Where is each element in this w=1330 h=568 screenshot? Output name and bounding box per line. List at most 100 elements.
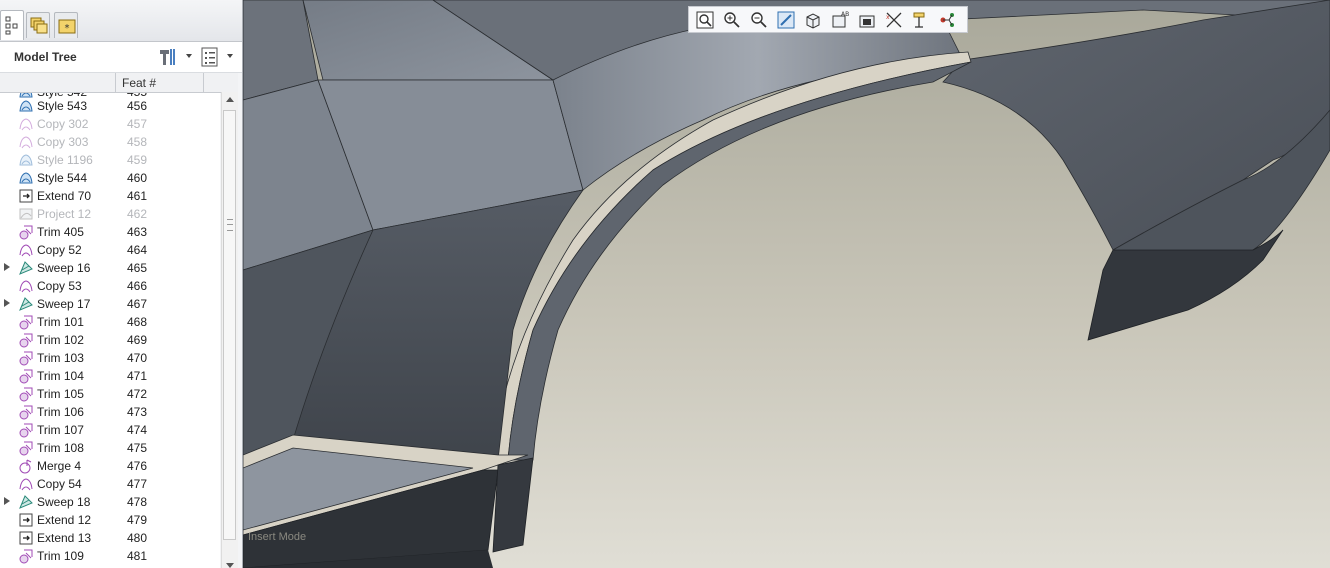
tree-row-name: Trim 105 (37, 387, 84, 401)
tree-row-feat-number: 468 (127, 315, 148, 329)
settings-tools-icon[interactable] (158, 47, 178, 67)
column-divider[interactable] (115, 73, 116, 92)
tree-row[interactable]: Trim 102 469 (0, 331, 220, 349)
saved-views-icon: AB (832, 11, 849, 28)
spin-center-icon (940, 13, 954, 27)
tree-row[interactable]: Copy 53 466 (0, 277, 220, 295)
tree-row[interactable]: Extend 13 480 (0, 529, 220, 547)
graphics-viewport[interactable]: AB x Insert Mode (243, 0, 1330, 568)
scroll-up-arrow-icon[interactable] (226, 97, 234, 102)
copy-surface-icon (19, 118, 33, 131)
trim-icon (19, 225, 33, 240)
tree-row-name: Copy 302 (37, 117, 89, 131)
tree-row-name: Copy 53 (37, 279, 82, 293)
tree-row-name: Sweep 16 (37, 261, 91, 275)
tree-row[interactable]: Trim 107 474 (0, 421, 220, 439)
tree-row-feat-number: 458 (127, 135, 148, 149)
scroll-down-arrow-icon[interactable] (226, 563, 234, 568)
tree-scrollbar[interactable] (221, 92, 238, 568)
tree-row-feat-number: 477 (127, 477, 148, 491)
tree-row-name: Sweep 17 (37, 297, 91, 311)
tree-row-name: Extend 70 (37, 189, 92, 203)
tree-row[interactable]: Trim 101 468 (0, 313, 220, 331)
tree-row-name: Trim 405 (37, 225, 84, 239)
tree-row-feat-number: 462 (127, 207, 148, 221)
tree-row-name: Style 1196 (37, 153, 93, 167)
tree-row-name: Copy 303 (37, 135, 89, 149)
annotation-display-button[interactable] (909, 9, 933, 31)
tree-row[interactable]: Copy 303 458 (0, 133, 220, 151)
model-tree-title: Model Tree (14, 50, 77, 64)
settings-dropdown-arrow-icon[interactable] (186, 54, 192, 58)
merge-icon (19, 459, 32, 474)
tree-row[interactable]: Trim 108 475 (0, 439, 220, 457)
tree-row[interactable]: Sweep 17 467 (0, 295, 220, 313)
trim-icon (19, 333, 33, 348)
sweep-icon (19, 495, 33, 509)
tree-row-feat-number: 457 (127, 117, 148, 131)
copy-surface-icon (19, 244, 33, 257)
view-manager-button[interactable] (855, 9, 879, 31)
display-style-button[interactable] (801, 9, 825, 31)
tree-row[interactable]: Project 12 462 (0, 205, 220, 223)
tree-row[interactable]: Extend 70 461 (0, 187, 220, 205)
zoom-in-button[interactable] (720, 9, 744, 31)
column-header-feat-number[interactable]: Feat # (122, 76, 156, 90)
scrollbar-thumb[interactable] (223, 110, 236, 540)
saved-views-button[interactable]: AB (828, 9, 852, 31)
column-divider[interactable] (203, 73, 204, 92)
tree-row[interactable]: Trim 103 470 (0, 349, 220, 367)
tree-row[interactable]: Copy 52 464 (0, 241, 220, 259)
show-options-icon[interactable] (201, 47, 219, 67)
svg-text:*: * (65, 23, 70, 34)
tree-row[interactable]: Trim 109 481 (0, 547, 220, 565)
tree-row[interactable]: Trim 106 473 (0, 403, 220, 421)
favorites-tab[interactable]: * (54, 12, 78, 38)
tree-row[interactable]: Style 543 456 (0, 97, 220, 115)
layers-tab-icon (30, 17, 48, 34)
tree-row-name: Copy 54 (37, 477, 82, 491)
trim-icon (19, 549, 33, 564)
tree-row[interactable]: Trim 105 472 (0, 385, 220, 403)
tree-row-name: Extend 13 (37, 531, 92, 545)
layers-tab[interactable] (26, 12, 50, 38)
panel-tab-bar: * (0, 0, 242, 42)
tree-row-feat-number: 478 (127, 495, 148, 509)
datum-display-button[interactable]: x (882, 9, 906, 31)
tree-row-feat-number: 456 (127, 99, 148, 113)
tree-row-name: Trim 102 (37, 333, 84, 347)
expand-arrow-icon[interactable] (4, 263, 10, 271)
tree-row-feat-number: 461 (127, 189, 148, 203)
tree-row[interactable]: Sweep 18 478 (0, 493, 220, 511)
tree-row-feat-number: 465 (127, 261, 148, 275)
zoom-out-button[interactable] (747, 9, 771, 31)
expand-arrow-icon[interactable] (4, 299, 10, 307)
tree-row[interactable]: Sweep 16 465 (0, 259, 220, 277)
tree-row-name: Trim 109 (37, 549, 84, 563)
trim-icon (19, 315, 33, 330)
tree-row[interactable]: Copy 54 477 (0, 475, 220, 493)
repaint-button[interactable] (774, 9, 798, 31)
expand-arrow-icon[interactable] (4, 497, 10, 505)
tree-row[interactable]: Style 544 460 (0, 169, 220, 187)
tree-row[interactable]: Extend 12 479 (0, 511, 220, 529)
show-dropdown-arrow-icon[interactable] (227, 54, 233, 58)
tree-row[interactable]: Copy 302 457 (0, 115, 220, 133)
tree-row[interactable]: Style 1196 459 (0, 151, 220, 169)
tree-row-name: Style 544 (37, 171, 88, 185)
refit-button[interactable] (693, 9, 717, 31)
extend-icon (19, 189, 33, 203)
zoom-out-icon (751, 12, 767, 28)
tree-row-name: Trim 106 (37, 405, 84, 419)
spin-center-button[interactable] (936, 9, 960, 31)
tree-row[interactable]: Trim 405 463 (0, 223, 220, 241)
copy-surface-icon (19, 136, 33, 149)
tree-row-feat-number: 474 (127, 423, 148, 437)
extend-icon (19, 513, 33, 527)
tree-row-name: Trim 103 (37, 351, 84, 365)
tree-row-feat-number: 475 (127, 441, 148, 455)
tree-row[interactable]: Trim 104 471 (0, 367, 220, 385)
model-tree-tab[interactable] (0, 10, 24, 40)
tree-row-name: Trim 108 (37, 441, 84, 455)
tree-row[interactable]: Merge 4 476 (0, 457, 220, 475)
